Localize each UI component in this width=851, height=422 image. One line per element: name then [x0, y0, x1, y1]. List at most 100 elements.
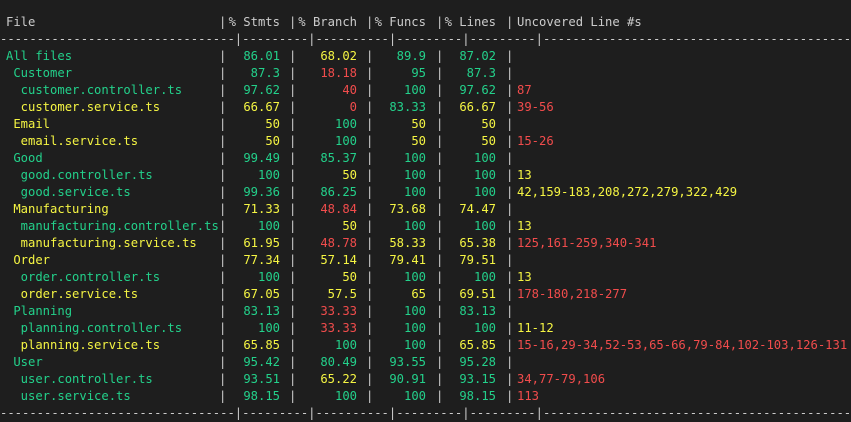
- column-separator: |: [506, 236, 514, 250]
- cell-funcs: 100: [403, 304, 426, 318]
- cell-stmts: 83.13: [243, 304, 280, 318]
- cell-funcs: 83.33: [389, 100, 426, 114]
- cell-stmts: 100: [257, 270, 280, 284]
- cell-lines: 79.51: [459, 253, 496, 267]
- cell-uncovered: 178-180,218-277: [517, 287, 628, 301]
- column-separator: |: [219, 355, 227, 369]
- cell-branch: 40: [342, 83, 357, 97]
- column-separator: |: [436, 66, 444, 80]
- header-file: File: [6, 15, 36, 29]
- cell-file: email.service.ts: [6, 134, 139, 148]
- table-row: planning.service.ts 65.85 100 100 65.85 15-16…: [0, 337, 851, 354]
- cell-branch: 50: [342, 168, 357, 182]
- column-separator: |: [506, 270, 514, 284]
- cell-branch: 48.78: [320, 236, 357, 250]
- cell-stmts: 86.01: [243, 49, 280, 63]
- column-separator: |: [219, 219, 227, 233]
- cell-stmts: 50: [265, 117, 280, 131]
- cell-uncovered: 11-12: [517, 321, 554, 335]
- column-separator: |: [289, 49, 297, 63]
- table-row: user.service.ts 98.15 100 100 98.15 113 | | | | |: [0, 388, 851, 405]
- column-separator: |: [366, 66, 374, 80]
- cell-file: Planning: [6, 304, 73, 318]
- cell-uncovered: 87: [517, 83, 532, 97]
- cell-funcs: 100: [403, 219, 426, 233]
- column-separator: |: [436, 151, 444, 165]
- cell-funcs: 100: [403, 338, 426, 352]
- cell-branch: 68.02: [320, 49, 357, 63]
- divider-bottom: --------------------------------|-------…: [0, 406, 851, 420]
- cell-file: All files: [6, 49, 73, 63]
- cell-lines: 100: [473, 321, 496, 335]
- table-row: planning.controller.ts 100 33.33 100 100 11-1…: [0, 320, 851, 337]
- cell-stmts: 100: [257, 168, 280, 182]
- column-separator: |: [506, 202, 514, 216]
- column-separator: |: [436, 236, 444, 250]
- cell-file: customer.controller.ts: [6, 83, 183, 97]
- table-row: Order 77.34 57.14 79.41 79.51 | | | | |: [0, 252, 851, 269]
- column-separator: |: [506, 100, 514, 114]
- column-separator: |: [219, 100, 227, 114]
- cell-file: good.service.ts: [6, 185, 131, 199]
- column-separator: |: [219, 321, 227, 335]
- column-separator: |: [219, 134, 227, 148]
- cell-lines: 98.15: [459, 389, 496, 403]
- column-separator: |: [506, 185, 514, 199]
- cell-funcs: 50: [411, 134, 426, 148]
- column-separator: |: [366, 270, 374, 284]
- header-row: File % Stmts % Branch % Funcs % Lines Un…: [0, 14, 851, 31]
- table-row: order.controller.ts 100 50 100 100 13 | | | | |: [0, 269, 851, 286]
- cell-branch: 57.5: [327, 287, 357, 301]
- cell-funcs: 100: [403, 83, 426, 97]
- column-separator: |: [506, 304, 514, 318]
- cell-stmts: 98.15: [243, 389, 280, 403]
- table-row: customer.controller.ts 97.62 40 100 97.62 87 |…: [0, 82, 851, 99]
- column-separator: |: [219, 338, 227, 352]
- cell-branch: 86.25: [320, 185, 357, 199]
- cell-stmts: 95.42: [243, 355, 280, 369]
- column-separator: |: [219, 389, 227, 403]
- column-separator: |: [289, 185, 297, 199]
- column-separator: |: [219, 287, 227, 301]
- column-separator: |: [366, 49, 374, 63]
- column-separator: |: [289, 219, 297, 233]
- cell-lines: 97.62: [459, 83, 496, 97]
- cell-file: User: [6, 355, 43, 369]
- cell-funcs: 95: [411, 66, 426, 80]
- column-separator: |: [366, 372, 374, 386]
- cell-funcs: 58.33: [389, 236, 426, 250]
- column-separator: |: [436, 202, 444, 216]
- column-separator: |: [436, 100, 444, 114]
- column-separator: |: [366, 168, 374, 182]
- divider-top: --------------------------------|-------…: [0, 32, 851, 46]
- column-separator: |: [366, 134, 374, 148]
- cell-funcs: 100: [403, 151, 426, 165]
- column-separator: |: [289, 253, 297, 267]
- table-row: All files 86.01 68.02 89.9 87.02 | | | | |: [0, 48, 851, 65]
- cell-file: order.controller.ts: [6, 270, 161, 284]
- cell-stmts: 66.67: [243, 100, 280, 114]
- cell-branch: 100: [334, 338, 357, 352]
- cell-uncovered: 34,77-79,106: [517, 372, 606, 386]
- cell-funcs: 100: [403, 270, 426, 284]
- column-separator: |: [506, 49, 514, 63]
- column-separator: |: [289, 338, 297, 352]
- cell-branch: 80.49: [320, 355, 357, 369]
- cell-file: good.controller.ts: [6, 168, 153, 182]
- header-lines: % Lines: [444, 15, 496, 29]
- column-separator: |: [506, 355, 514, 369]
- cell-lines: 93.15: [459, 372, 496, 386]
- column-separator: |: [506, 134, 514, 148]
- cell-branch: 18.18: [320, 66, 357, 80]
- column-separator: |: [219, 202, 227, 216]
- column-separator: |: [506, 253, 514, 267]
- cell-stmts: 65.85: [243, 338, 280, 352]
- column-separator: |: [366, 15, 374, 29]
- cell-branch: 65.22: [320, 372, 357, 386]
- cell-file: Manufacturing: [6, 202, 109, 216]
- column-separator: |: [289, 389, 297, 403]
- column-separator: |: [219, 66, 227, 80]
- header-branch: % Branch: [298, 15, 357, 29]
- cell-file: manufacturing.controller.ts: [6, 219, 219, 233]
- cell-file: planning.service.ts: [6, 338, 161, 352]
